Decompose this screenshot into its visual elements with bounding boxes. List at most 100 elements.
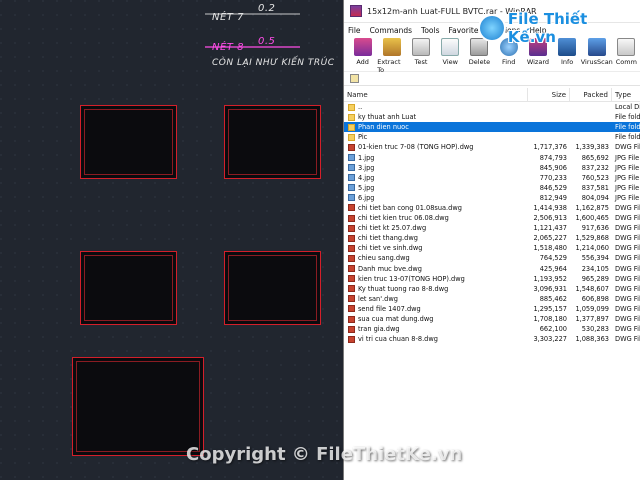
file-type: File folder xyxy=(615,123,640,132)
file-type: JPG File xyxy=(615,163,640,172)
column-packed[interactable]: Packed xyxy=(570,88,612,101)
file-name-cell: chi tiet ban cong 01.08sua.dwg xyxy=(344,204,528,212)
file-row[interactable]: 01-kien truc 7-08 (TONG HOP).dwg 1,717,37… xyxy=(344,142,640,152)
toolbar-add-button[interactable]: Add xyxy=(348,38,377,66)
file-row[interactable]: ky thuat anh Luat File folder xyxy=(344,112,640,122)
view-icon xyxy=(441,38,460,56)
dwg-file-icon xyxy=(348,244,355,252)
file-row[interactable]: chieu sang.dwg 764,529 556,394 DWG File xyxy=(344,253,640,263)
toolbar-label: Test xyxy=(414,58,428,66)
toolbar-test-button[interactable]: Test xyxy=(406,38,435,66)
pen-value-net8: 0.5 xyxy=(258,36,276,47)
file-row[interactable]: sua cua mat dung.dwg 1,708,180 1,377,897 DW… xyxy=(344,314,640,324)
toolbar-extract-to-button[interactable]: Extract To xyxy=(377,38,406,74)
dwg-file-icon xyxy=(348,204,355,212)
file-packed: 760,523 xyxy=(581,173,609,182)
toolbar-view-button[interactable]: View xyxy=(436,38,465,66)
file-name: chi tiet kien truc 06.08.dwg xyxy=(358,214,449,223)
file-name-cell: tran gia.dwg xyxy=(344,325,528,333)
file-type: DWG File xyxy=(615,214,640,223)
file-row[interactable]: chi tiet thang.dwg 2,065,227 1,529,868 DWG … xyxy=(344,233,640,243)
file-name: chi tiet thang.dwg xyxy=(358,234,418,243)
file-type: DWG File xyxy=(615,315,640,324)
file-list-header: Name Size Packed Type xyxy=(344,88,640,102)
file-row[interactable]: 4.jpg 770,233 760,523 JPG File xyxy=(344,173,640,183)
file-size: 885,462 xyxy=(539,294,567,303)
file-name: Ky thuat tuong rao 8-8.dwg xyxy=(358,284,449,293)
dwg-file-icon xyxy=(348,143,355,151)
file-row[interactable]: 5.jpg 846,529 837,581 JPG File xyxy=(344,183,640,193)
file-row[interactable]: Danh muc bve.dwg 425,964 234,105 DWG File xyxy=(344,264,640,274)
drawing-sheet-1[interactable] xyxy=(80,105,177,179)
file-row[interactable]: send file 1407.dwg 1,295,157 1,059,099 DWG … xyxy=(344,304,640,314)
menu-commands[interactable]: Commands xyxy=(370,26,412,35)
folder-icon xyxy=(348,103,355,111)
file-name: Phan dien nuoc xyxy=(358,123,409,132)
file-size: 845,906 xyxy=(539,163,567,172)
file-name-cell: send file 1407.dwg xyxy=(344,305,528,313)
file-type: DWG File xyxy=(615,284,640,293)
dwg-file-icon xyxy=(348,335,355,343)
dwg-file-icon xyxy=(348,315,355,323)
file-packed: 1,059,099 xyxy=(575,304,609,313)
file-row[interactable]: Pic File folder xyxy=(344,132,640,142)
toolbar-label: Info xyxy=(560,58,574,66)
file-name: let san'.dwg xyxy=(358,294,398,303)
drawing-sheet-4[interactable] xyxy=(224,251,321,325)
file-name-cell: chi tiet ve sinh.dwg xyxy=(344,244,528,252)
file-row[interactable]: tran gia.dwg 662,100 530,283 DWG File xyxy=(344,324,640,334)
file-name: 5.jpg xyxy=(358,183,375,192)
file-row[interactable]: chi tiet kt 25.07.dwg 1,121,437 917,636 DWG… xyxy=(344,223,640,233)
file-name-cell: Danh muc bve.dwg xyxy=(344,265,528,273)
drawing-sheet-5[interactable] xyxy=(72,357,204,456)
file-name-cell: 5.jpg xyxy=(344,184,528,192)
file-type: JPG File xyxy=(615,153,640,162)
menu-tools[interactable]: Tools xyxy=(421,26,439,35)
file-row[interactable]: chi tiet kien truc 06.08.dwg 2,506,913 1,6… xyxy=(344,213,640,223)
file-row[interactable]: chi tiet ban cong 01.08sua.dwg 1,414,938 1… xyxy=(344,203,640,213)
file-row[interactable]: Phan dien nuoc File folder xyxy=(344,122,640,133)
column-size[interactable]: Size xyxy=(528,88,570,101)
file-type: DWG File xyxy=(615,294,640,303)
file-row[interactable]: 6.jpg 812,949 804,094 JPG File xyxy=(344,193,640,203)
file-row[interactable]: vi tri cua chuan 8-8.dwg 3,303,227 1,088,3… xyxy=(344,334,640,344)
cad-drawing-area[interactable]: NÉT 7 0.2 NÉT 8 0.5 CÒN LẠI NHƯ KIẾN TRÚ… xyxy=(0,0,345,480)
file-size: 662,100 xyxy=(539,325,567,334)
up-folder-icon[interactable] xyxy=(350,74,359,83)
winrar-window[interactable]: 15x12m-anh Luat-FULL BVTC.rar - WinRAR F… xyxy=(343,0,640,480)
file-packed: 1,088,363 xyxy=(575,335,609,344)
file-row[interactable]: Ky thuat tuong rao 8-8.dwg 3,096,931 1,548… xyxy=(344,284,640,294)
file-packed: 1,529,868 xyxy=(575,234,609,243)
dwg-file-icon xyxy=(348,275,355,283)
file-type: DWG File xyxy=(615,335,640,344)
file-type: DWG File xyxy=(615,143,640,152)
file-type: JPG File xyxy=(615,193,640,202)
menu-file[interactable]: File xyxy=(348,26,361,35)
file-name-cell: 01-kien truc 7-08 (TONG HOP).dwg xyxy=(344,143,528,151)
drawing-sheet-2[interactable] xyxy=(224,105,321,179)
file-row[interactable]: 3.jpg 845,906 837,232 JPG File xyxy=(344,163,640,173)
file-size: 1,295,157 xyxy=(533,304,567,313)
file-name-cell: chi tiet thang.dwg xyxy=(344,234,528,242)
file-row[interactable]: kien truc 13-07(TONG HOP).dwg 1,193,952 96… xyxy=(344,274,640,284)
file-type: DWG File xyxy=(615,274,640,283)
toolbar-label: Comm xyxy=(615,58,637,66)
file-row[interactable]: chi tiet ve sinh.dwg 1,518,480 1,214,060 DW… xyxy=(344,243,640,253)
file-row[interactable]: 1.jpg 874,793 865,692 JPG File xyxy=(344,152,640,162)
column-type[interactable]: Type xyxy=(612,88,640,101)
file-size: 1,414,938 xyxy=(533,203,567,212)
file-name: Pic xyxy=(358,133,368,142)
file-name-cell: sua cua mat dung.dwg xyxy=(344,315,528,323)
column-name[interactable]: Name xyxy=(344,88,528,101)
file-row[interactable]: let san'.dwg 885,462 606,898 DWG File xyxy=(344,294,640,304)
file-name-cell: ky thuat anh Luat xyxy=(344,113,528,121)
file-name-cell: chieu sang.dwg xyxy=(344,254,528,262)
dwg-file-icon xyxy=(348,254,355,262)
logo-globe-icon xyxy=(478,14,506,42)
file-type: JPG File xyxy=(615,173,640,182)
file-name: vi tri cua chuan 8-8.dwg xyxy=(358,335,438,344)
file-row[interactable]: .. Local Disk xyxy=(344,102,640,112)
file-name: 01-kien truc 7-08 (TONG HOP).dwg xyxy=(358,143,474,152)
dwg-file-icon xyxy=(348,224,355,232)
drawing-sheet-3[interactable] xyxy=(80,251,177,325)
